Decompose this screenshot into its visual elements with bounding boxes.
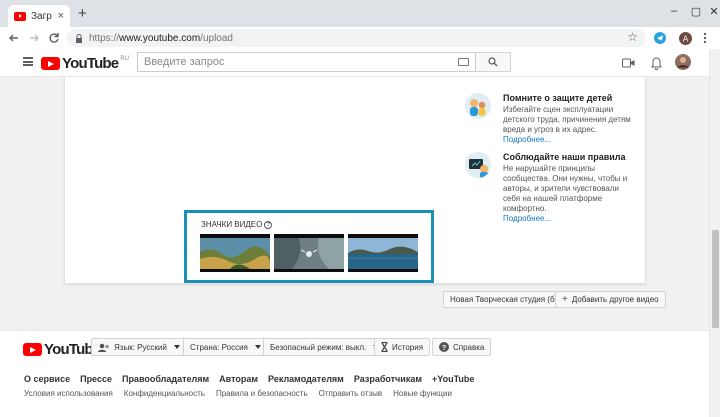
help-circle-icon: ? [439, 342, 449, 352]
add-another-video-button[interactable]: + Добавить другое видео [555, 291, 666, 308]
back-icon[interactable] [4, 28, 24, 48]
safe-mode-selector[interactable]: Безопасный режим: выкл. [263, 338, 387, 356]
footer-link-developers[interactable]: Разработчикам [354, 374, 422, 384]
scrollbar-thumb[interactable] [712, 230, 719, 328]
language-selector[interactable]: Язык: Русский [91, 338, 187, 356]
telegram-extension-icon[interactable] [652, 30, 668, 46]
tab-title: Загр [31, 10, 52, 22]
thumbnails-label: ЗНАЧКИ ВИДЕО [201, 220, 263, 229]
video-thumbnail-2[interactable] [274, 234, 344, 272]
tip-title: Помните о защите детей [503, 93, 613, 103]
youtube-header: YouTube RU [0, 49, 709, 77]
plus-icon: + [562, 293, 568, 305]
youtube-logo[interactable]: YouTube RU [41, 55, 129, 72]
browser-toolbar: https://www.youtube.com/upload ☆ A [0, 27, 720, 49]
close-window-button[interactable]: ✕ [702, 0, 720, 22]
page-scrollbar[interactable] [709, 49, 720, 417]
reload-icon[interactable] [44, 28, 64, 48]
region-code: RU [120, 56, 130, 62]
chevron-down-icon [173, 345, 180, 349]
history-label: История [392, 342, 424, 352]
upload-video-icon[interactable] [620, 55, 636, 71]
tip-text: Помните о защите детей Избегайте сцен эк… [503, 93, 631, 145]
language-label: Язык: Русский [114, 342, 167, 352]
bookmark-star-icon[interactable]: ☆ [627, 30, 638, 44]
profile-avatar[interactable]: A [677, 30, 693, 46]
browser-tabstrip: Загр × + – ▢ ✕ [0, 0, 720, 27]
tip-community-guidelines: Соблюдайте наши правила Не нарушайте при… [465, 152, 631, 224]
address-bar[interactable]: https://www.youtube.com/upload ☆ [67, 29, 646, 47]
footer-link-about[interactable]: О сервисе [24, 374, 70, 384]
browser-tab[interactable]: Загр × [8, 5, 70, 27]
url-path: /upload [200, 32, 233, 44]
help-label: Справка [453, 342, 485, 352]
community-guidelines-illustration-icon [465, 152, 491, 178]
youtube-favicon-icon [14, 11, 26, 21]
new-tab-button[interactable]: + [78, 6, 87, 21]
browser-menu-icon[interactable] [697, 30, 713, 46]
video-thumbnail-3[interactable] [348, 234, 418, 272]
footer-link-press[interactable]: Прессе [80, 374, 112, 384]
history-button[interactable]: История [374, 338, 431, 356]
youtube-play-icon [41, 57, 60, 70]
search-button[interactable] [476, 52, 511, 72]
search-input[interactable] [144, 56, 444, 68]
footer-link-policy-safety[interactable]: Правила и безопасность [216, 389, 308, 398]
footer-link-privacy[interactable]: Конфиденциальность [124, 389, 205, 398]
minimize-button[interactable]: – [662, 0, 686, 22]
youtube-wordmark: YouTube [62, 55, 119, 72]
chevron-down-icon [254, 345, 261, 349]
footer-primary-links: О сервисе Прессе Правообладателям Автора… [24, 374, 474, 384]
add-another-video-label: Добавить другое видео [571, 295, 659, 304]
safe-mode-label: Безопасный режим: выкл. [270, 342, 367, 352]
url-scheme: https:// [89, 32, 120, 44]
youtube-play-icon [23, 343, 42, 356]
thumbnails-heading: ЗНАЧКИ ВИДЕО ? [201, 220, 273, 229]
notifications-bell-icon[interactable] [648, 55, 664, 71]
account-avatar[interactable] [675, 54, 691, 70]
country-label: Страна: Россия [190, 342, 248, 352]
video-thumbnail-1[interactable] [200, 234, 270, 272]
footer-youtube-logo[interactable]: YouTube [23, 341, 101, 358]
tip-body: Не нарушайте принципы сообщества. Они ну… [503, 164, 628, 213]
country-selector[interactable]: Страна: Россия [183, 338, 268, 356]
lock-icon [76, 33, 82, 43]
tip-child-safety: Помните о защите детей Избегайте сцен эк… [465, 93, 631, 145]
svg-text:?: ? [442, 345, 446, 352]
language-icon [98, 343, 109, 352]
footer-secondary-links: Условия использования Конфиденциальность… [24, 389, 452, 398]
footer-link-copyright[interactable]: Правообладателям [122, 374, 209, 384]
tip-more-link[interactable]: Подробнее... [503, 135, 631, 145]
tip-body: Избегайте сцен эксплуатации детского тру… [503, 105, 631, 134]
profile-initial: A [682, 34, 688, 43]
forward-icon[interactable] [24, 28, 44, 48]
search-box [137, 52, 476, 72]
keyboard-icon[interactable] [458, 58, 469, 66]
video-thumbnails-panel: ЗНАЧКИ ВИДЕО ? [184, 210, 434, 283]
help-button[interactable]: ? Справка [432, 338, 492, 356]
tab-close-icon[interactable]: × [58, 10, 64, 22]
footer-link-plus-youtube[interactable]: +YouTube [432, 374, 474, 384]
tip-more-link[interactable]: Подробнее... [503, 214, 631, 224]
footer-link-new-features[interactable]: Новые функции [393, 389, 452, 398]
address-url: https://www.youtube.com/upload [89, 33, 233, 44]
footer-link-feedback[interactable]: Отправить отзыв [319, 389, 383, 398]
url-host: www.youtube.com [119, 32, 201, 44]
child-safety-illustration-icon [465, 93, 491, 119]
footer-link-advertise[interactable]: Рекламодателям [268, 374, 344, 384]
footer-link-creators[interactable]: Авторам [219, 374, 258, 384]
footer-link-terms[interactable]: Условия использования [24, 389, 113, 398]
tip-title: Соблюдайте наши правила [503, 152, 626, 162]
tip-text: Соблюдайте наши правила Не нарушайте при… [503, 152, 631, 224]
hourglass-icon [381, 342, 388, 352]
guide-menu-icon[interactable] [23, 57, 33, 66]
help-icon[interactable]: ? [264, 220, 273, 229]
search-icon [488, 57, 498, 67]
